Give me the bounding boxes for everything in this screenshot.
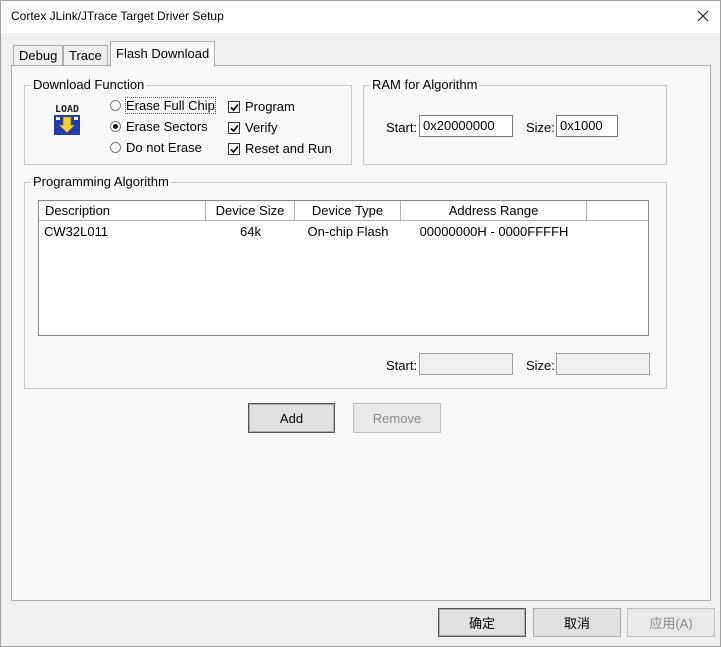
program-checkbox[interactable] [228,101,240,113]
do-not-erase-label[interactable]: Do not Erase [126,140,202,155]
tab-trace[interactable]: Trace [63,45,108,66]
ram-start-label: Start: [386,120,418,135]
close-icon [697,10,709,22]
add-button[interactable]: Add [248,403,335,433]
algorithm-list[interactable]: Description Device Size Device Type Addr… [38,200,649,336]
column-header-description[interactable]: Description [39,201,206,221]
ram-start-input[interactable]: 0x20000000 [419,115,513,137]
programming-algorithm-title: Programming Algorithm [31,174,171,189]
column-header-device-size[interactable]: Device Size [206,201,295,221]
cancel-button[interactable]: 取消 [533,608,621,637]
ok-button[interactable]: 确定 [438,608,526,637]
window-title: Cortex JLink/JTrace Target Driver Setup [11,9,224,23]
remove-button[interactable]: Remove [353,403,441,433]
download-function-title: Download Function [31,77,147,92]
load-icon: LOAD [54,104,80,135]
row-description: CW32L011 [44,224,109,239]
checkmark-icon [229,103,239,111]
column-header-device-type[interactable]: Device Type [295,201,401,221]
tab-flash-download[interactable]: Flash Download [110,41,216,67]
dialog-window: Cortex JLink/JTrace Target Driver Setup … [0,0,721,647]
load-icon-text: LOAD [55,104,79,115]
column-header-address-range[interactable]: Address Range [401,201,587,221]
ram-for-algorithm-title: RAM for Algorithm [370,77,480,92]
verify-checkbox[interactable] [228,122,240,134]
verify-label[interactable]: Verify [245,120,278,135]
title-bar[interactable]: Cortex JLink/JTrace Target Driver Setup [1,1,720,33]
checkmark-icon [229,124,239,132]
close-button[interactable] [691,5,715,27]
algorithm-start-label: Start: [386,358,418,373]
algorithm-size-label: Size: [526,358,555,373]
ram-size-input[interactable]: 0x1000 [556,115,618,137]
checkmark-icon [229,145,239,153]
tab-debug[interactable]: Debug [13,45,64,66]
erase-sectors-radio[interactable] [110,121,121,132]
erase-full-chip-radio[interactable] [110,100,121,111]
apply-button[interactable]: 应用(A) [627,608,715,637]
do-not-erase-radio[interactable] [110,142,121,153]
erase-sectors-label[interactable]: Erase Sectors [126,119,208,134]
row-device-size: 64k [240,224,261,239]
erase-full-chip-label[interactable]: Erase Full Chip [125,97,216,114]
row-address-range: 00000000H - 0000FFFFH [419,224,569,239]
algorithm-size-input[interactable] [556,353,650,375]
row-device-type: On-chip Flash [307,224,389,239]
program-label[interactable]: Program [245,99,295,114]
algorithm-start-input[interactable] [419,353,513,375]
column-header-empty [587,201,648,221]
reset-and-run-checkbox[interactable] [228,143,240,155]
ram-size-label: Size: [526,120,555,135]
reset-and-run-label[interactable]: Reset and Run [245,141,332,156]
